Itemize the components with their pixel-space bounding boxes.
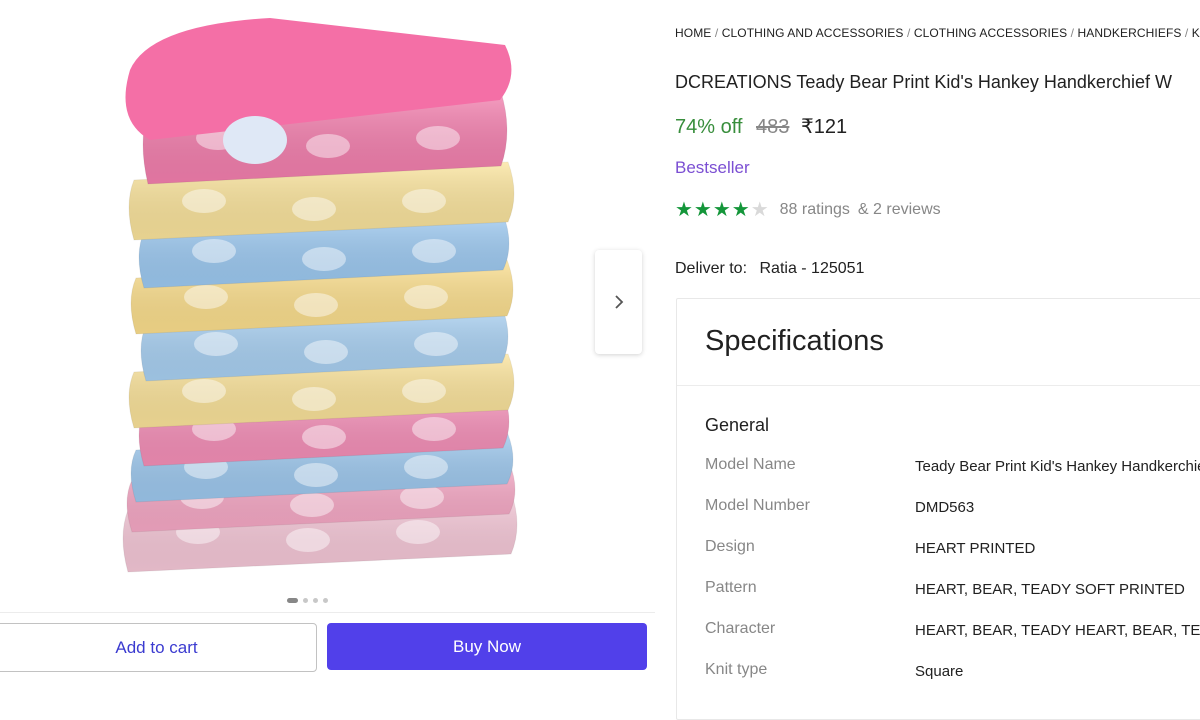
discount-percent: 74% off [675,116,743,138]
deliver-label: Deliver to: [675,260,748,277]
star-rating-icon: ★★★★★ [675,199,770,221]
spec-value: HEART, BEAR, TEADY SOFT PRINTED [915,581,1185,598]
spec-row: Knit type Square [705,661,1200,691]
original-price: 483 [756,116,790,138]
add-to-cart-button[interactable]: Add to cart [0,623,317,672]
product-gallery: Add to cart Buy Now [0,0,655,689]
spec-value: Square [915,663,964,680]
ratings-count: 88 ratings [779,200,850,218]
spec-key: Design [705,538,755,555]
spec-key: Knit type [705,661,768,678]
spec-section-general: General [705,415,770,435]
image-carousel-dots [287,598,328,603]
carousel-dot[interactable] [323,598,328,603]
chevron-right-icon [614,295,623,309]
breadcrumb-home[interactable]: HOME [675,26,711,40]
divider [0,612,655,613]
carousel-dot[interactable] [313,598,318,603]
selling-price: ₹121 [800,116,848,138]
divider [677,385,1200,386]
specifications-title: Specifications [705,325,884,357]
spec-row: Pattern HEART, BEAR, TEADY SOFT PRINTED [705,579,1200,609]
buy-now-button[interactable]: Buy Now [327,623,647,670]
carousel-dot[interactable] [303,598,308,603]
reviews-count: & 2 reviews [857,200,941,218]
rating-summary[interactable]: ★★★★★ 88 ratings & 2 reviews [675,197,941,222]
spec-value: HEART, BEAR, TEADY HEART, BEAR, TEADY [915,622,1200,639]
spec-key: Pattern [705,579,757,596]
next-image-button[interactable] [595,250,642,354]
breadcrumb-handkerchiefs[interactable]: HANDKERCHIEFS [1078,26,1182,40]
spec-row: Design HEART PRINTED [705,538,1200,568]
bestseller-badge: Bestseller [675,158,750,177]
spec-key: Model Name [705,456,796,473]
spec-row: Model Name Teady Bear Print Kid's Hankey… [705,456,1200,486]
spec-value: DMD563 [915,499,975,516]
breadcrumb: HOME / CLOTHING AND ACCESSORIES / CLOTHI… [675,26,1200,40]
spec-key: Model Number [705,497,810,514]
breadcrumb-separator: / [1070,26,1075,40]
spec-value: HEART PRINTED [915,540,1036,557]
breadcrumb-separator: / [714,26,719,40]
specifications-panel: Specifications General Model Name Teady … [676,298,1200,720]
breadcrumb-separator: / [1184,26,1189,40]
spec-key: Character [705,620,776,637]
breadcrumb-clothing-and-accessories[interactable]: CLOTHING AND ACCESSORIES [722,26,904,40]
carousel-dot[interactable] [287,598,298,603]
spec-row: Model Number DMD563 [705,497,1200,527]
spec-value: Teady Bear Print Kid's Hankey Handkerchi… [915,458,1200,475]
breadcrumb-clothing-accessories[interactable]: CLOTHING ACCESSORIES [914,26,1067,40]
product-image [122,18,518,573]
delivery-location[interactable]: Deliver to: Ratia - 125051 [675,260,864,278]
product-title: DCREATIONS Teady Bear Print Kid's Hankey… [675,72,1172,92]
price-row: 74% off 483 ₹121 [675,114,847,139]
breadcrumb-separator: / [906,26,911,40]
breadcrumb-kids[interactable]: KIDS [1192,26,1200,40]
spec-row: Character HEART, BEAR, TEADY HEART, BEAR… [705,620,1200,650]
delivery-pincode: Ratia - 125051 [759,260,865,277]
